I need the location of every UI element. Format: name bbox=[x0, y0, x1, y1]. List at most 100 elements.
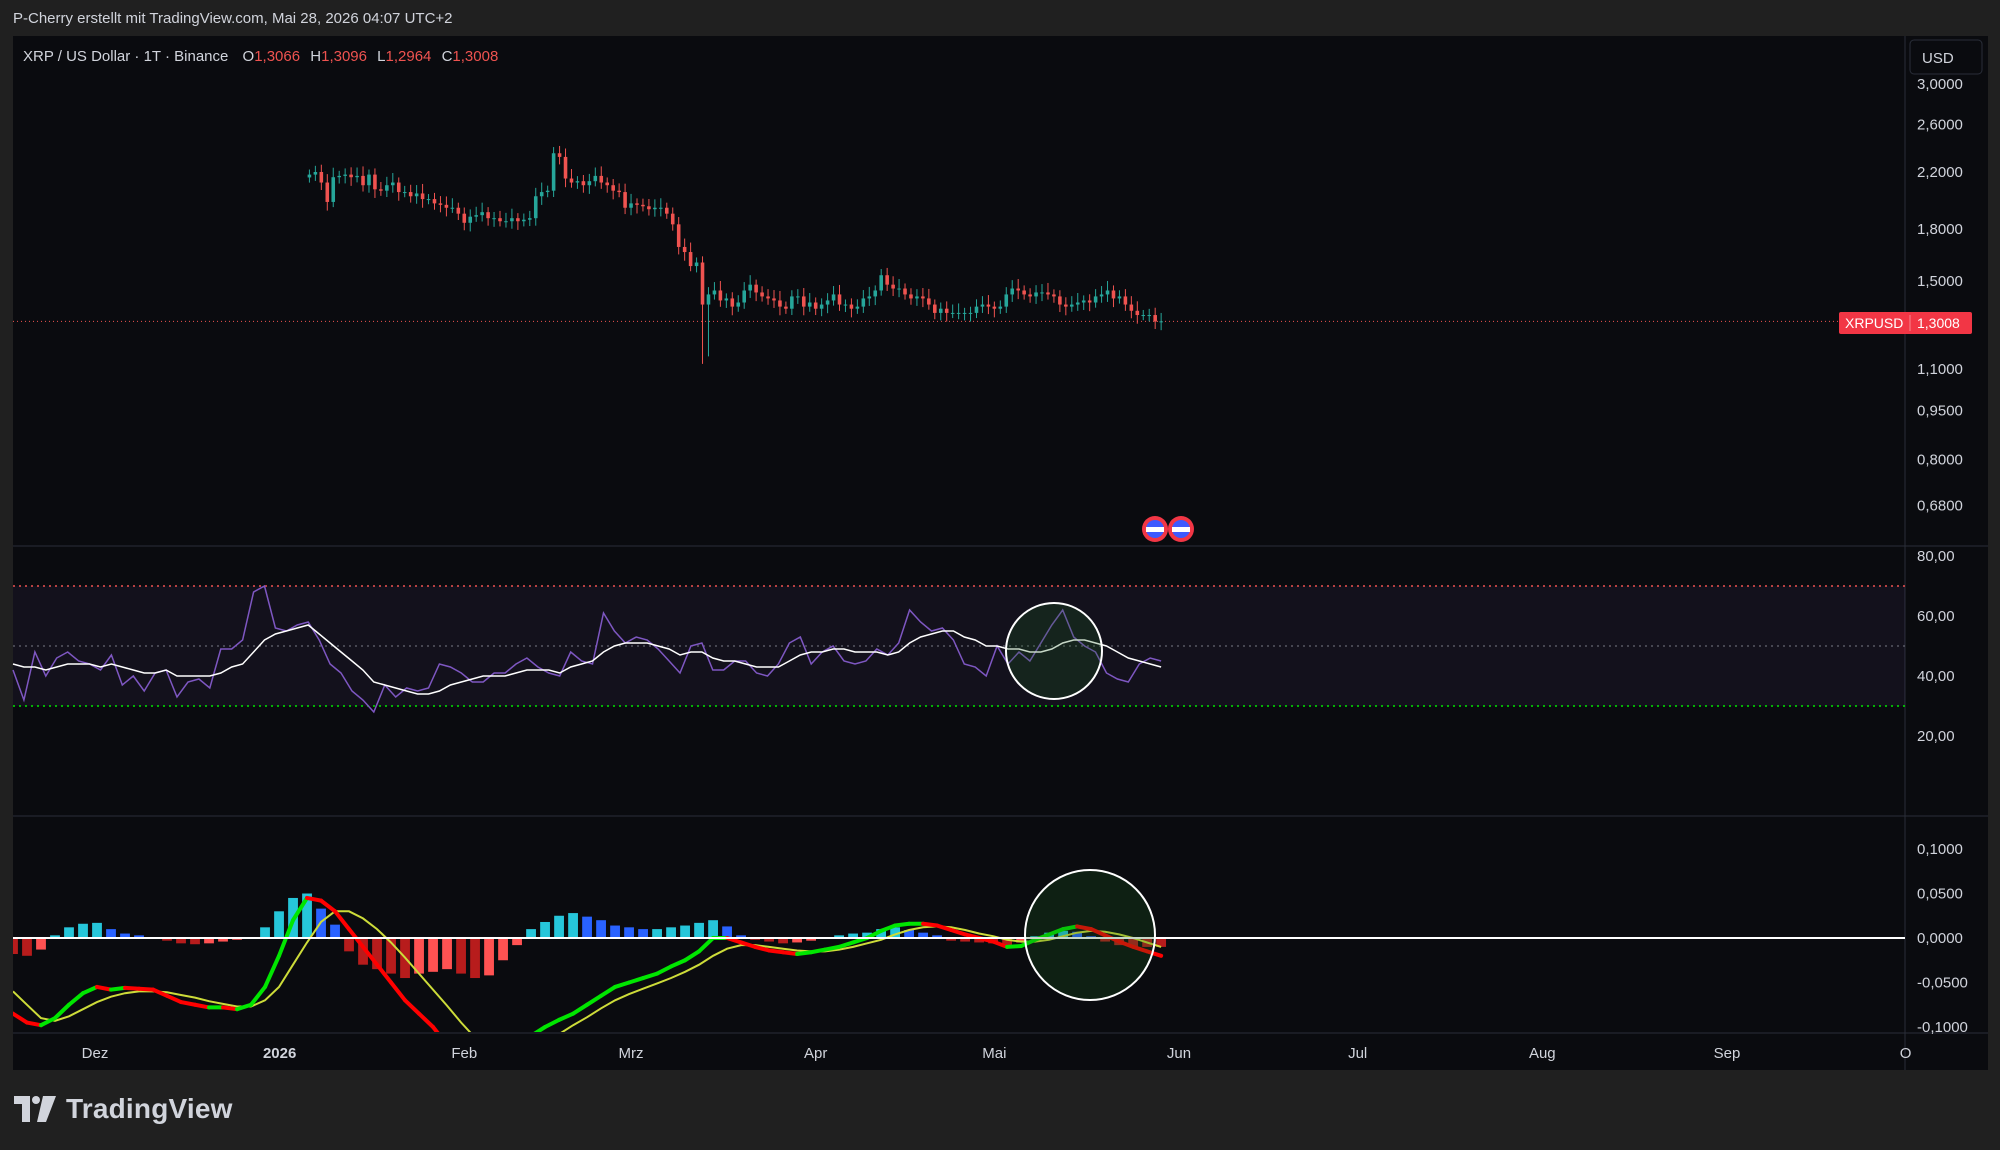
candle bbox=[712, 290, 717, 295]
candle bbox=[700, 262, 705, 305]
candle bbox=[915, 296, 919, 299]
macd-histogram-bar bbox=[330, 924, 340, 938]
candle bbox=[539, 192, 544, 197]
candle bbox=[343, 174, 347, 176]
high-value: 1,3096 bbox=[321, 48, 367, 65]
macd-tick-label: -0,0500 bbox=[1917, 975, 1968, 992]
price-tick-label: 3,0000 bbox=[1917, 76, 1963, 93]
candle bbox=[551, 153, 556, 191]
macd-tick-label: -0,1000 bbox=[1917, 1019, 1968, 1036]
candle bbox=[611, 185, 615, 191]
candle bbox=[831, 294, 836, 301]
macd-histogram-bar bbox=[428, 938, 438, 972]
candle bbox=[313, 172, 318, 175]
candle bbox=[736, 302, 741, 307]
candle bbox=[873, 290, 878, 297]
candle bbox=[891, 284, 895, 289]
candle bbox=[784, 306, 788, 309]
close-value: 1,3008 bbox=[452, 48, 498, 65]
candle bbox=[528, 218, 532, 220]
time-tick-label: Mrz bbox=[619, 1045, 644, 1062]
candle bbox=[516, 218, 520, 222]
currency-button[interactable]: USD bbox=[1909, 39, 1983, 75]
candle bbox=[760, 292, 764, 297]
candle bbox=[587, 181, 592, 186]
macd-line-segment bbox=[921, 921, 940, 928]
macd-histogram-bar bbox=[470, 938, 480, 979]
candle bbox=[1034, 292, 1038, 297]
candle bbox=[391, 182, 395, 186]
candle bbox=[986, 304, 991, 307]
candle bbox=[647, 206, 651, 210]
candle bbox=[432, 199, 437, 204]
candle bbox=[533, 196, 538, 219]
macd-histogram-bar bbox=[260, 927, 270, 938]
rsi-pane[interactable] bbox=[12, 584, 1905, 714]
macd-line-segment bbox=[179, 1000, 198, 1007]
macd-tick-label: 0,0000 bbox=[1917, 930, 1963, 947]
candle bbox=[486, 212, 490, 219]
macd-histogram-bar bbox=[78, 923, 88, 938]
price-tick-label: 2,2000 bbox=[1917, 164, 1963, 181]
candle bbox=[1028, 294, 1032, 297]
symbol-title: XRP / US Dollar · 1T · Binance bbox=[23, 48, 228, 65]
macd-histogram-bar bbox=[106, 929, 116, 938]
candle bbox=[319, 172, 324, 183]
candle bbox=[688, 252, 693, 267]
candle bbox=[664, 207, 669, 214]
low-value: 1,2964 bbox=[386, 48, 432, 65]
candle bbox=[563, 156, 568, 179]
candle bbox=[807, 302, 812, 307]
candle bbox=[956, 312, 961, 314]
tradingview-logo-icon bbox=[14, 1096, 56, 1122]
macd-line-segment bbox=[137, 986, 156, 992]
price-tick-label: 0,6800 bbox=[1917, 498, 1963, 515]
candle bbox=[1129, 304, 1134, 311]
candle bbox=[1046, 292, 1050, 295]
macd-line-segment bbox=[893, 921, 912, 928]
candle bbox=[462, 213, 467, 223]
tradingview-logo[interactable]: TradingView bbox=[14, 1093, 233, 1125]
macd-histogram-bar bbox=[694, 922, 704, 938]
candle bbox=[337, 175, 341, 178]
candle bbox=[1058, 296, 1062, 305]
candle bbox=[944, 308, 949, 313]
candle bbox=[825, 300, 830, 305]
last-price-badge: XRPUSD 1,3008 bbox=[1839, 312, 1972, 334]
macd-histogram-bar bbox=[36, 938, 46, 950]
candle bbox=[748, 284, 752, 291]
candle bbox=[569, 178, 574, 183]
candle bbox=[307, 174, 312, 178]
macd-histogram-bar bbox=[274, 911, 284, 938]
price-tick-label: 2,6000 bbox=[1917, 117, 1963, 134]
candle bbox=[468, 216, 473, 223]
macd-histogram-bar bbox=[582, 916, 592, 938]
candle bbox=[694, 262, 699, 267]
candle bbox=[361, 175, 365, 186]
candle bbox=[1004, 294, 1009, 307]
candle bbox=[1070, 304, 1074, 307]
open-label: O bbox=[243, 48, 255, 65]
candle bbox=[450, 207, 455, 209]
candle bbox=[1040, 292, 1044, 294]
macd-histogram-bar bbox=[624, 927, 634, 938]
candle bbox=[772, 298, 776, 301]
candle bbox=[653, 207, 657, 210]
macd-line-segment bbox=[193, 1002, 212, 1010]
macd-tick-label: 0,0500 bbox=[1917, 886, 1963, 903]
time-tick-label: Jun bbox=[1167, 1045, 1191, 1062]
price-tick-label: 1,5000 bbox=[1917, 273, 1963, 290]
macd-line-segment bbox=[25, 1020, 44, 1028]
chart-area[interactable]: 3,0000 2,6000 2,2000 1,8000 1,5000 1,1000 0,95… bbox=[0, 0, 2000, 1150]
time-tick-label: O bbox=[1900, 1045, 1912, 1062]
candle bbox=[355, 175, 359, 178]
candle bbox=[545, 190, 550, 193]
candle bbox=[903, 288, 907, 295]
candle bbox=[885, 275, 889, 285]
candle bbox=[325, 182, 330, 202]
candle bbox=[522, 219, 526, 222]
candle bbox=[635, 203, 639, 205]
candle bbox=[1105, 290, 1110, 295]
candle bbox=[974, 306, 979, 313]
ohlc-legend: XRP / US Dollar · 1T · Binance O1,3066 H… bbox=[23, 48, 498, 65]
